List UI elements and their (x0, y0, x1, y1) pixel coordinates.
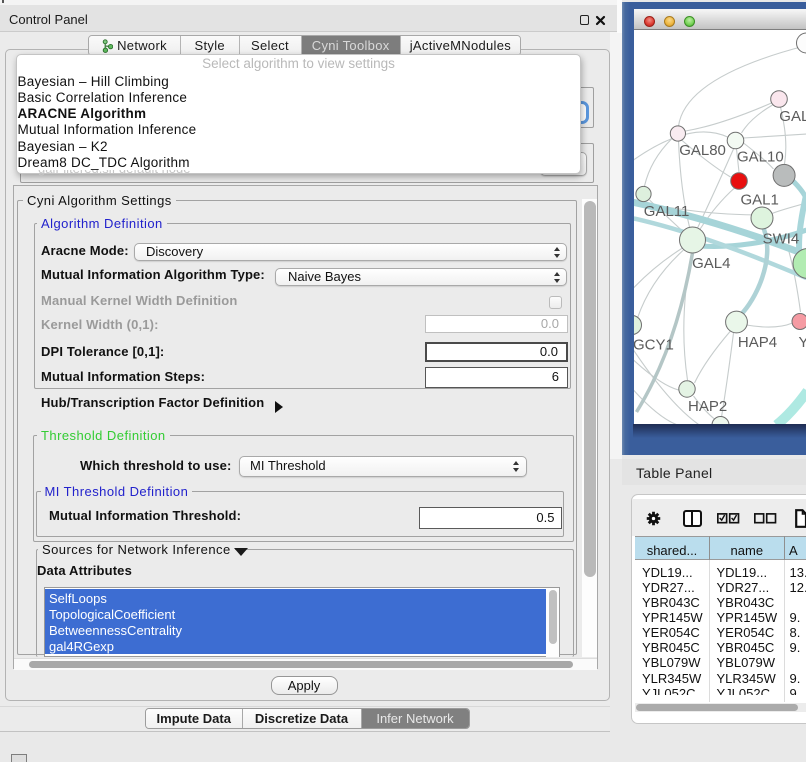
svg-text:YP: YP (798, 334, 806, 351)
svg-text:GAL10: GAL10 (737, 149, 784, 166)
svg-text:GAL4: GAL4 (692, 255, 730, 272)
svg-text:GAL11: GAL11 (643, 203, 689, 220)
svg-text:GCY1: GCY1 (634, 337, 674, 354)
svg-text:HAP2: HAP2 (688, 398, 727, 415)
svg-text:GAL7: GAL7 (779, 108, 806, 125)
svg-text:GAL80: GAL80 (679, 142, 726, 159)
svg-text:GAL1: GAL1 (740, 192, 778, 209)
svg-text:HAP4: HAP4 (737, 334, 776, 351)
svg-text:SWI4: SWI4 (762, 231, 799, 248)
